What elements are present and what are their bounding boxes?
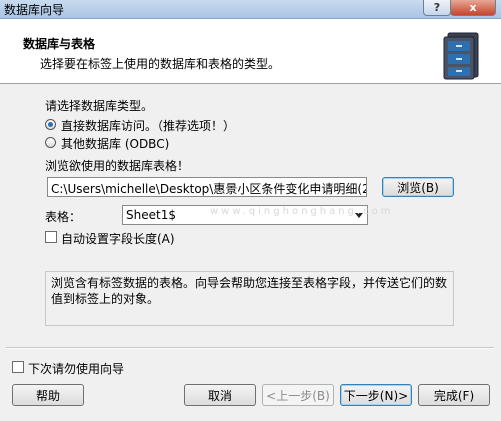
window-title: 数据库向导 [4, 3, 65, 17]
next-button[interactable]: 下一步(N)> [340, 384, 412, 406]
window-close-button[interactable]: x [450, 0, 496, 16]
page-title: 数据库与表格 [23, 37, 96, 51]
browse-button[interactable]: 浏览(B) [382, 177, 454, 197]
cancel-button[interactable]: 取消 [184, 384, 256, 406]
footer-separator [6, 347, 494, 349]
radio-direct-db[interactable] [45, 119, 56, 130]
title-bar[interactable]: 数据库向导 ? x [0, 0, 501, 19]
browse-label: 浏览欲使用的数据库表格！ [45, 159, 190, 173]
prev-button[interactable]: <上一步(B) [262, 384, 334, 406]
dont-use-wizard-label[interactable]: 下次请勿使用向导 [28, 360, 124, 377]
auto-field-length-checkbox[interactable] [45, 231, 57, 243]
wizard-header: 数据库与表格 选择要在标签上使用的数据库和表格的类型。 [0, 19, 501, 84]
auto-field-length-label[interactable]: 自动设置字段长度(A) [61, 230, 175, 247]
radio-odbc-label[interactable]: 其他数据库 (ODBC) [61, 135, 169, 152]
watermark: www.qinghonghang.com [210, 206, 394, 217]
page-subtitle: 选择要在标签上使用的数据库和表格的类型。 [40, 57, 281, 71]
db-path-field[interactable]: C:\Users\michelle\Desktop\惠景小区条件变化申请明细(2… [47, 177, 367, 197]
dont-use-wizard-checkbox[interactable] [12, 361, 24, 373]
db-type-label: 请选择数据库类型。 [45, 99, 154, 113]
database-cabinet-icon [443, 32, 479, 80]
radio-direct-db-label[interactable]: 直接数据库访问。（推荐选项！） [61, 117, 235, 134]
table-label: 表格： [45, 210, 82, 224]
window-help-button[interactable]: ? [423, 0, 451, 16]
radio-odbc[interactable] [45, 137, 56, 148]
table-select-value: Sheet1$ [126, 208, 176, 222]
finish-button[interactable]: 完成(F) [418, 384, 490, 406]
description-box: 浏览含有标签数据的表格。向导会帮助您连接至表格字段，并传送它们的数值到标签上的对… [45, 271, 454, 326]
help-button[interactable]: 帮助 [12, 384, 84, 406]
